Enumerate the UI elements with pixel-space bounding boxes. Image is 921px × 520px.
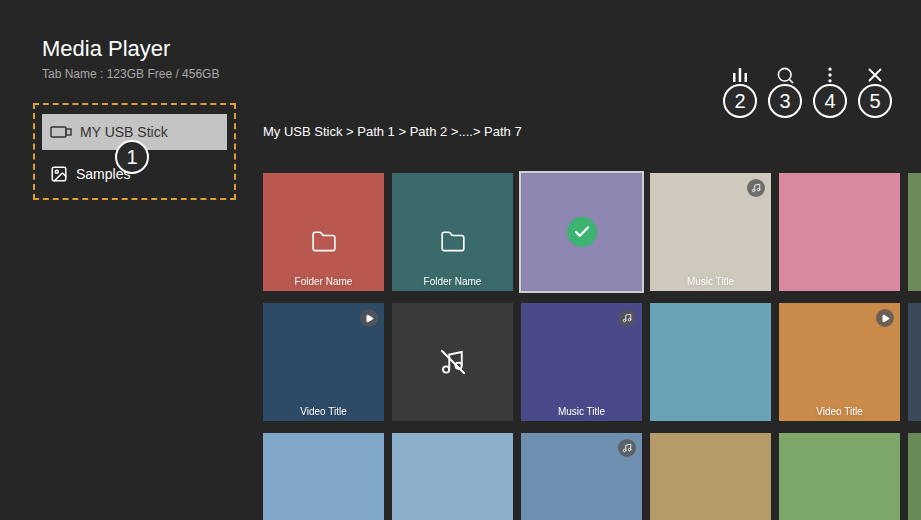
callout-badge: 3 bbox=[768, 84, 802, 118]
usb-icon bbox=[50, 125, 72, 139]
media-tile[interactable] bbox=[263, 433, 384, 520]
search-icon bbox=[776, 66, 795, 85]
video-badge-icon bbox=[876, 309, 894, 327]
tile-title: Video Title bbox=[300, 406, 347, 422]
video-badge-icon bbox=[360, 309, 378, 327]
folder-icon bbox=[440, 229, 466, 255]
breadcrumb: My USB Stick > Path 1 > Path 2 >....> Pa… bbox=[263, 123, 921, 141]
media-tile[interactable] bbox=[650, 303, 771, 421]
callout-badge: 5 bbox=[858, 84, 892, 118]
media-tile[interactable] bbox=[908, 173, 921, 291]
media-tile[interactable] bbox=[779, 173, 900, 291]
media-tile[interactable] bbox=[521, 433, 642, 520]
more-icon bbox=[820, 65, 840, 85]
selected-check-icon bbox=[567, 217, 597, 247]
media-tile[interactable] bbox=[779, 433, 900, 520]
callout-badge: 4 bbox=[813, 84, 847, 118]
callout-badge: 2 bbox=[723, 84, 757, 118]
folder-icon bbox=[311, 229, 337, 255]
media-tile[interactable]: Video Title bbox=[779, 303, 900, 421]
media-tile[interactable]: Music Title bbox=[650, 173, 771, 291]
media-player-screen: Media Player Tab Name : 123GB Free / 456G… bbox=[0, 0, 921, 520]
tile-title: Music Title bbox=[558, 406, 605, 422]
media-tile[interactable]: Music Title bbox=[521, 303, 642, 421]
media-tile[interactable]: Folder Name bbox=[263, 173, 384, 291]
storage-subtitle: Tab Name : 123GB Free / 456GB bbox=[42, 65, 219, 83]
window-title: Media Player bbox=[42, 35, 219, 63]
tile-title: Music Title bbox=[687, 276, 734, 292]
tile-title: Folder Name bbox=[295, 276, 353, 292]
media-tile[interactable]: Folder Name bbox=[392, 173, 513, 291]
callout-badge: 1 bbox=[115, 140, 149, 174]
image-icon bbox=[50, 165, 68, 183]
media-tile[interactable] bbox=[908, 303, 921, 421]
content: My USB Stick > Path 1 > Path 2 >....> Pa… bbox=[263, 103, 921, 520]
media-tile[interactable] bbox=[908, 433, 921, 520]
media-grid: Folder Name Folder Name Music Title Video T… bbox=[263, 173, 921, 520]
tile-title: Folder Name bbox=[424, 276, 482, 292]
media-tile[interactable] bbox=[521, 173, 642, 291]
close-icon bbox=[864, 64, 886, 86]
media-tile[interactable] bbox=[650, 433, 771, 520]
music-badge-icon bbox=[618, 439, 636, 457]
tile-title: Video Title bbox=[816, 406, 863, 422]
music-badge-icon bbox=[618, 309, 636, 327]
equalizer-icon bbox=[730, 65, 750, 85]
media-tile[interactable] bbox=[392, 303, 513, 421]
media-tile[interactable] bbox=[392, 433, 513, 520]
broken-music-icon bbox=[438, 347, 468, 377]
music-badge-icon bbox=[747, 179, 765, 197]
media-tile[interactable]: Video Title bbox=[263, 303, 384, 421]
toolbar bbox=[723, 35, 892, 88]
